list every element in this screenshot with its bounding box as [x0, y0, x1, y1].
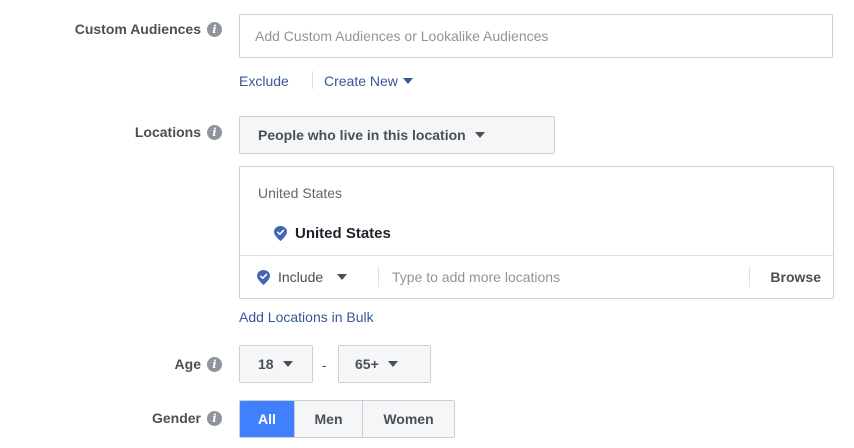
gender-option-all[interactable]: All: [240, 401, 294, 437]
create-new-label: Create New: [324, 73, 398, 89]
gender-label-text: Gender: [151, 410, 201, 426]
include-dropdown[interactable]: Include: [257, 256, 348, 298]
audience-targeting-panel: Custom Audiences i Exclude Create New Lo…: [0, 0, 854, 448]
location-search-input[interactable]: [392, 262, 742, 292]
locations-label-text: Locations: [134, 124, 201, 140]
exclude-link[interactable]: Exclude: [239, 73, 289, 89]
location-type-dropdown[interactable]: People who live in this location: [239, 116, 555, 154]
caret-down-icon: [337, 274, 348, 280]
locations-box: United States United States Include Brow…: [239, 166, 834, 299]
gender-segmented-control: All Men Women: [239, 400, 455, 438]
age-label: Age i: [175, 356, 222, 372]
selected-location-item[interactable]: United States: [274, 225, 391, 242]
info-icon[interactable]: i: [207, 124, 222, 140]
custom-audiences-label-text: Custom Audiences: [74, 21, 201, 37]
location-pin-icon: [274, 226, 287, 241]
age-min-dropdown[interactable]: 18: [239, 345, 313, 383]
link-separator: [312, 71, 313, 89]
create-new-link[interactable]: Create New: [324, 73, 413, 89]
info-icon[interactable]: i: [207, 21, 222, 37]
age-separator: -: [322, 357, 327, 373]
add-locations-bulk-link[interactable]: Add Locations in Bulk: [239, 309, 374, 325]
info-icon[interactable]: i: [207, 410, 222, 426]
locations-footer: Include Browse: [240, 256, 833, 298]
gender-option-men[interactable]: Men: [294, 401, 362, 437]
selected-location-name: United States: [295, 225, 391, 242]
include-label: Include: [278, 269, 324, 285]
gender-label: Gender i: [152, 410, 222, 426]
caret-down-icon: [474, 132, 485, 138]
locations-group-header: United States: [258, 185, 343, 201]
caret-down-icon: [282, 361, 293, 367]
age-max-value: 65+: [355, 356, 379, 372]
location-pin-icon: [257, 269, 270, 285]
custom-audiences-input[interactable]: [239, 14, 833, 58]
caret-down-icon: [387, 361, 398, 367]
browse-button[interactable]: Browse: [770, 256, 821, 298]
age-label-text: Age: [174, 356, 201, 372]
locations-label: Locations i: [135, 124, 222, 140]
location-type-label: People who live in this location: [258, 127, 466, 143]
custom-audiences-label: Custom Audiences i: [75, 21, 222, 37]
gender-option-women[interactable]: Women: [362, 401, 454, 437]
age-max-dropdown[interactable]: 65+: [338, 345, 431, 383]
age-min-value: 18: [258, 356, 274, 372]
browse-separator: [749, 267, 750, 287]
include-separator: [378, 267, 379, 287]
info-icon[interactable]: i: [207, 356, 222, 372]
caret-down-icon: [402, 78, 413, 84]
